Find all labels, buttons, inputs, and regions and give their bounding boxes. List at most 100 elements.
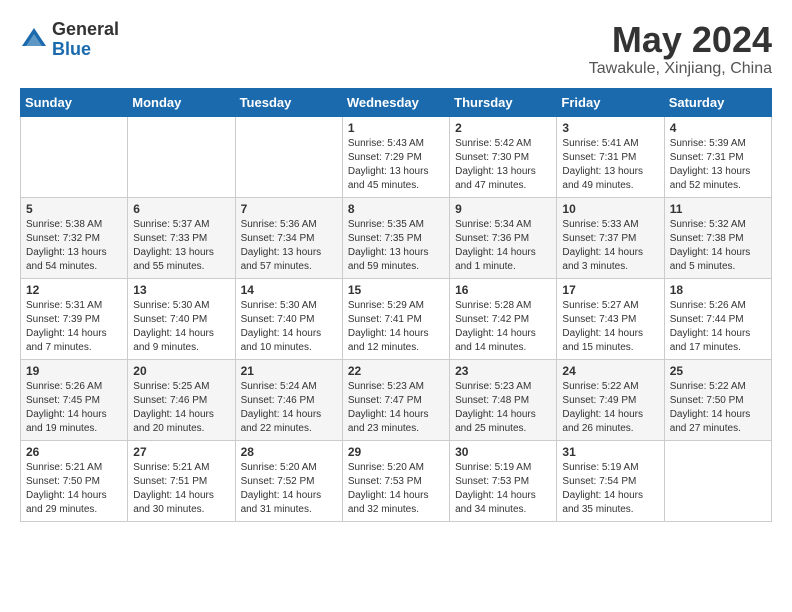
calendar-day-cell: 27 Sunrise: 5:21 AM Sunset: 7:51 PM Dayli… (128, 440, 235, 521)
logo-icon (20, 26, 48, 54)
calendar-week-row: 26Sunrise: 5:21 AM Sunset: 7:50 PM Dayli… (21, 440, 772, 521)
day-number: 13 (133, 283, 229, 297)
calendar-header: SundayMondayTuesdayWednesdayThursdayFrid… (21, 88, 772, 116)
day-info: Sunrise: 5:37 AM Sunset: 7:33 PM Dayligh… (133, 218, 229, 274)
calendar-day-cell: 20Sunrise: 5:25 AM Sunset: 7:46 PM Dayli… (128, 359, 235, 440)
day-number: 15 (348, 283, 444, 297)
logo-text: General Blue (52, 20, 119, 60)
weekday-header: Friday (557, 88, 664, 116)
calendar-day-cell: 17Sunrise: 5:27 AM Sunset: 7:43 PM Dayli… (557, 278, 664, 359)
day-info: Sunrise: 5:28 AM Sunset: 7:42 PM Dayligh… (455, 299, 551, 355)
weekday-header: Thursday (450, 88, 557, 116)
calendar-week-row: 5 Sunrise: 5:38 AM Sunset: 7:32 PM Daylig… (21, 197, 772, 278)
day-number: 4 (670, 121, 766, 135)
day-info: Sunrise: 5:30 AM Sunset: 7:40 PM Dayligh… (241, 299, 337, 355)
calendar-day-cell: 16Sunrise: 5:28 AM Sunset: 7:42 PM Dayli… (450, 278, 557, 359)
day-info: Sunrise: 5:39 AM Sunset: 7:31 PM Dayligh… (670, 137, 766, 193)
weekday-header: Sunday (21, 88, 128, 116)
weekday-header: Saturday (664, 88, 771, 116)
day-number: 3 (562, 121, 658, 135)
calendar-day-cell: 15 Sunrise: 5:29 AM Sunset: 7:41 PM Dayli… (342, 278, 449, 359)
day-number: 18 (670, 283, 766, 297)
day-number: 8 (348, 202, 444, 216)
calendar-body: 1Sunrise: 5:43 AM Sunset: 7:29 PM Daylig… (21, 116, 772, 521)
calendar-day-cell (664, 440, 771, 521)
logo-general: General (52, 20, 119, 40)
day-number: 26 (26, 445, 122, 459)
day-number: 12 (26, 283, 122, 297)
day-info: Sunrise: 5:42 AM Sunset: 7:30 PM Dayligh… (455, 137, 551, 193)
day-number: 7 (241, 202, 337, 216)
calendar-day-cell: 7 Sunrise: 5:36 AM Sunset: 7:34 PM Daylig… (235, 197, 342, 278)
day-number: 14 (241, 283, 337, 297)
calendar-day-cell: 26Sunrise: 5:21 AM Sunset: 7:50 PM Dayli… (21, 440, 128, 521)
day-number: 5 (26, 202, 122, 216)
day-info: Sunrise: 5:35 AM Sunset: 7:35 PM Dayligh… (348, 218, 444, 274)
calendar-day-cell: 12 Sunrise: 5:31 AM Sunset: 7:39 PM Dayli… (21, 278, 128, 359)
day-number: 25 (670, 364, 766, 378)
logo: General Blue (20, 20, 119, 60)
day-number: 30 (455, 445, 551, 459)
calendar-day-cell: 1Sunrise: 5:43 AM Sunset: 7:29 PM Daylig… (342, 116, 449, 197)
day-info: Sunrise: 5:38 AM Sunset: 7:32 PM Dayligh… (26, 218, 122, 274)
weekday-header: Monday (128, 88, 235, 116)
calendar-day-cell: 10 Sunrise: 5:33 AM Sunset: 7:37 PM Dayli… (557, 197, 664, 278)
day-info: Sunrise: 5:22 AM Sunset: 7:50 PM Dayligh… (670, 380, 766, 436)
day-number: 20 (133, 364, 229, 378)
logo-blue: Blue (52, 40, 119, 60)
calendar-day-cell: 23 Sunrise: 5:23 AM Sunset: 7:48 PM Dayli… (450, 359, 557, 440)
weekday-header: Tuesday (235, 88, 342, 116)
calendar-day-cell: 30Sunrise: 5:19 AM Sunset: 7:53 PM Dayli… (450, 440, 557, 521)
calendar-day-cell: 5 Sunrise: 5:38 AM Sunset: 7:32 PM Daylig… (21, 197, 128, 278)
calendar-day-cell: 14 Sunrise: 5:30 AM Sunset: 7:40 PM Dayli… (235, 278, 342, 359)
calendar-day-cell (128, 116, 235, 197)
calendar-day-cell: 24 Sunrise: 5:22 AM Sunset: 7:49 PM Dayli… (557, 359, 664, 440)
calendar-day-cell: 19 Sunrise: 5:26 AM Sunset: 7:45 PM Dayli… (21, 359, 128, 440)
calendar-table: SundayMondayTuesdayWednesdayThursdayFrid… (20, 88, 772, 522)
calendar-day-cell: 13 Sunrise: 5:30 AM Sunset: 7:40 PM Dayli… (128, 278, 235, 359)
calendar-day-cell: 3Sunrise: 5:41 AM Sunset: 7:31 PM Daylig… (557, 116, 664, 197)
day-info: Sunrise: 5:29 AM Sunset: 7:41 PM Dayligh… (348, 299, 444, 355)
calendar-day-cell: 9Sunrise: 5:34 AM Sunset: 7:36 PM Daylig… (450, 197, 557, 278)
calendar-day-cell: 11Sunrise: 5:32 AM Sunset: 7:38 PM Dayli… (664, 197, 771, 278)
day-number: 23 (455, 364, 551, 378)
day-number: 27 (133, 445, 229, 459)
day-info: Sunrise: 5:36 AM Sunset: 7:34 PM Dayligh… (241, 218, 337, 274)
day-number: 19 (26, 364, 122, 378)
calendar-day-cell: 28Sunrise: 5:20 AM Sunset: 7:52 PM Dayli… (235, 440, 342, 521)
day-info: Sunrise: 5:31 AM Sunset: 7:39 PM Dayligh… (26, 299, 122, 355)
day-number: 24 (562, 364, 658, 378)
day-number: 29 (348, 445, 444, 459)
day-number: 10 (562, 202, 658, 216)
day-info: Sunrise: 5:26 AM Sunset: 7:45 PM Dayligh… (26, 380, 122, 436)
day-number: 2 (455, 121, 551, 135)
weekday-header: Wednesday (342, 88, 449, 116)
day-info: Sunrise: 5:22 AM Sunset: 7:49 PM Dayligh… (562, 380, 658, 436)
day-number: 6 (133, 202, 229, 216)
day-number: 9 (455, 202, 551, 216)
day-info: Sunrise: 5:27 AM Sunset: 7:43 PM Dayligh… (562, 299, 658, 355)
calendar-day-cell (21, 116, 128, 197)
day-info: Sunrise: 5:20 AM Sunset: 7:53 PM Dayligh… (348, 461, 444, 517)
day-info: Sunrise: 5:43 AM Sunset: 7:29 PM Dayligh… (348, 137, 444, 193)
calendar-day-cell: 4 Sunrise: 5:39 AM Sunset: 7:31 PM Daylig… (664, 116, 771, 197)
calendar-day-cell: 18Sunrise: 5:26 AM Sunset: 7:44 PM Dayli… (664, 278, 771, 359)
calendar-day-cell: 8 Sunrise: 5:35 AM Sunset: 7:35 PM Daylig… (342, 197, 449, 278)
day-info: Sunrise: 5:21 AM Sunset: 7:51 PM Dayligh… (133, 461, 229, 517)
location-subtitle: Tawakule, Xinjiang, China (589, 60, 772, 78)
calendar-day-cell: 6 Sunrise: 5:37 AM Sunset: 7:33 PM Daylig… (128, 197, 235, 278)
day-info: Sunrise: 5:32 AM Sunset: 7:38 PM Dayligh… (670, 218, 766, 274)
day-number: 21 (241, 364, 337, 378)
day-info: Sunrise: 5:33 AM Sunset: 7:37 PM Dayligh… (562, 218, 658, 274)
calendar-day-cell: 21 Sunrise: 5:24 AM Sunset: 7:46 PM Dayli… (235, 359, 342, 440)
title-area: May 2024 Tawakule, Xinjiang, China (589, 20, 772, 78)
day-info: Sunrise: 5:30 AM Sunset: 7:40 PM Dayligh… (133, 299, 229, 355)
calendar-day-cell: 2 Sunrise: 5:42 AM Sunset: 7:30 PM Daylig… (450, 116, 557, 197)
day-number: 28 (241, 445, 337, 459)
day-info: Sunrise: 5:19 AM Sunset: 7:54 PM Dayligh… (562, 461, 658, 517)
calendar-day-cell (235, 116, 342, 197)
day-info: Sunrise: 5:23 AM Sunset: 7:48 PM Dayligh… (455, 380, 551, 436)
calendar-week-row: 1Sunrise: 5:43 AM Sunset: 7:29 PM Daylig… (21, 116, 772, 197)
day-info: Sunrise: 5:24 AM Sunset: 7:46 PM Dayligh… (241, 380, 337, 436)
calendar-week-row: 19 Sunrise: 5:26 AM Sunset: 7:45 PM Dayli… (21, 359, 772, 440)
